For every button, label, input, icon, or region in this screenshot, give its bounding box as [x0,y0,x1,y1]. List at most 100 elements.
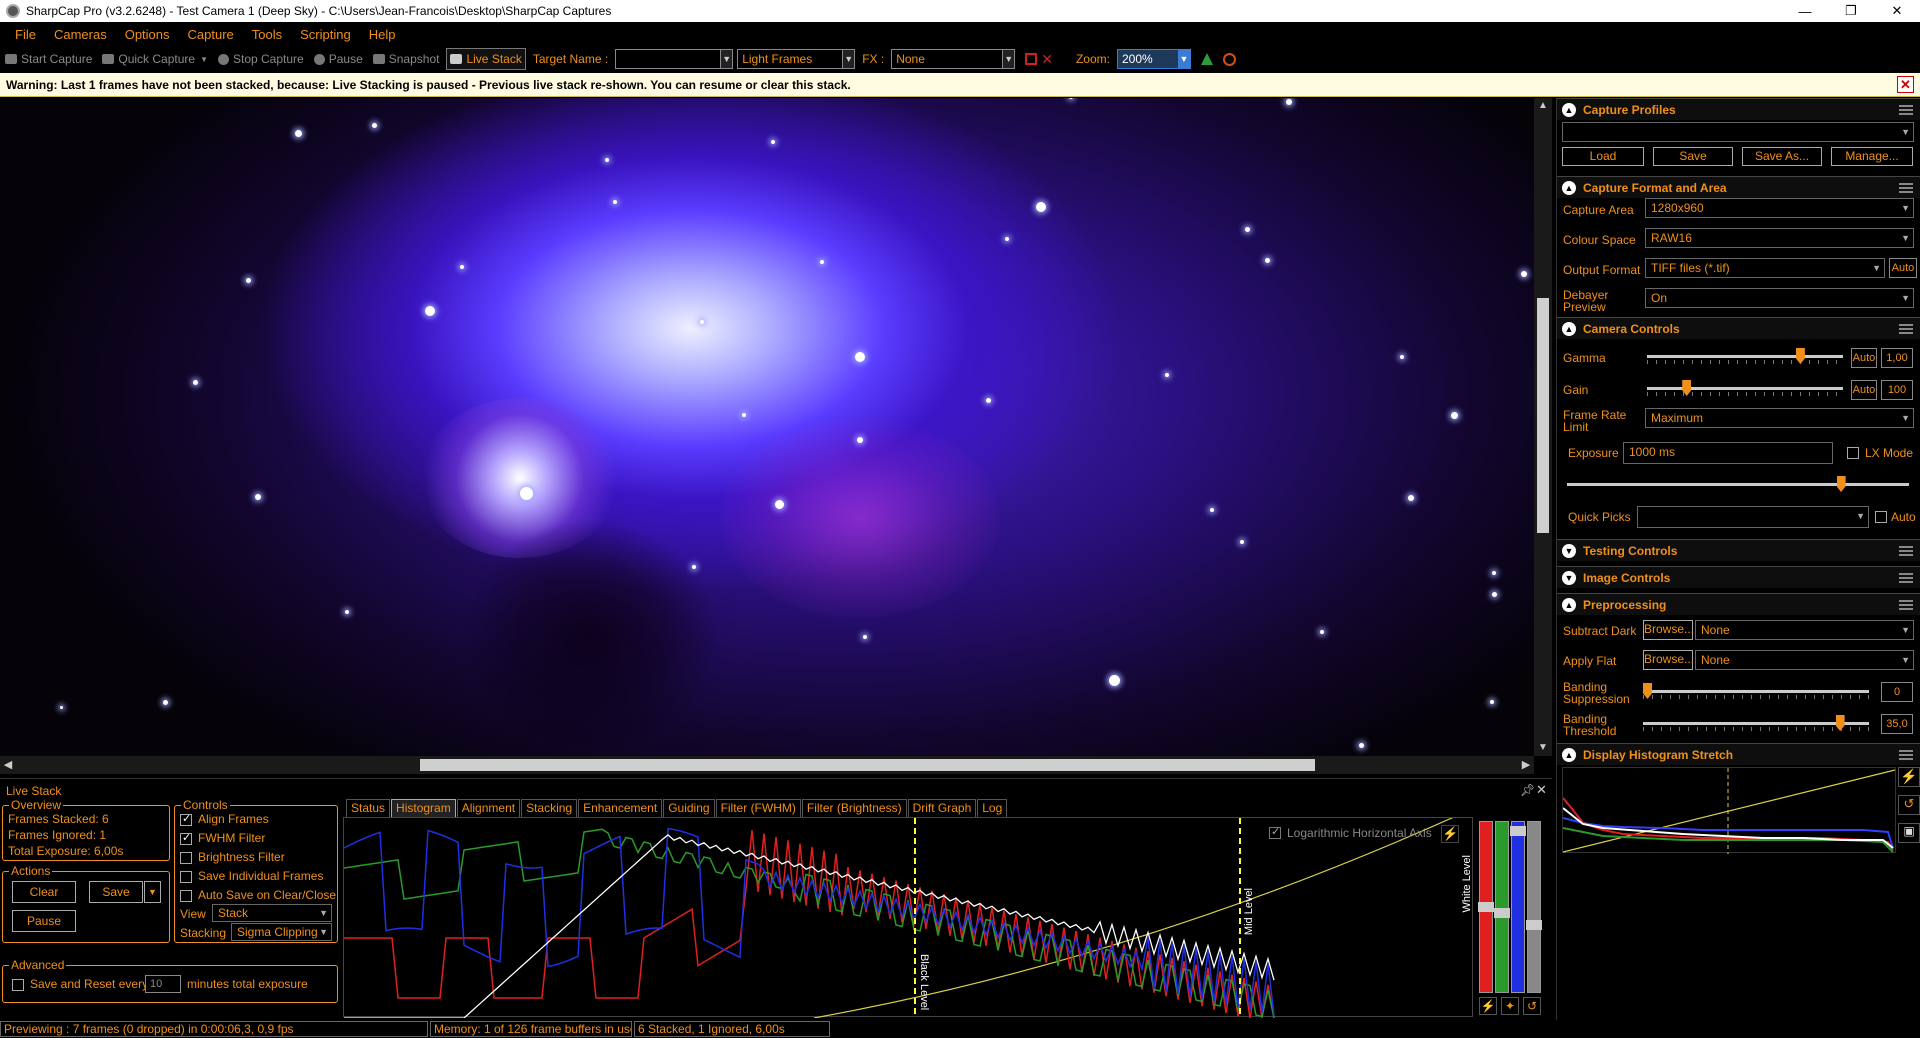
reset-stretch-icon[interactable]: ↺ [1898,795,1920,815]
tab-log[interactable]: Log [977,799,1008,817]
auto-save-checkbox[interactable] [180,890,192,902]
warning-close-button[interactable]: ✕ [1897,76,1914,93]
menu-icon[interactable] [1899,323,1913,334]
collapse-icon[interactable]: ▲ [1562,747,1576,762]
crosshair-icon[interactable]: ✕ [1041,51,1053,68]
output-format-select[interactable]: TIFF files (*.tif) ▼ [1645,258,1885,278]
reset-icon[interactable]: ↺ [1523,997,1541,1015]
image-controls-header[interactable]: ▼ Image Controls [1557,566,1920,588]
scroll-right-icon[interactable]: ▶ [1518,756,1534,774]
tab-filter-fwhm[interactable]: Filter (FWHM) [715,799,801,817]
zoom-select[interactable]: 200% ▼ [1116,49,1191,69]
close-icon[interactable]: ✕ [1536,782,1547,798]
tab-status[interactable]: Status [346,799,391,817]
collapse-icon[interactable]: ▲ [1562,180,1576,195]
quick-capture-button[interactable]: Quick Capture ▼ [99,48,211,70]
save-profile-button[interactable]: Save [1653,147,1733,166]
auto-stretch-icon[interactable]: ⚡ [1479,997,1497,1015]
collapse-icon[interactable]: ▲ [1562,321,1576,336]
tab-guiding[interactable]: Guiding [663,799,715,817]
capture-profiles-header[interactable]: ▲ Capture Profiles [1557,98,1920,120]
red-level-handle[interactable] [1478,902,1494,912]
banding-threshold-slider[interactable] [1643,715,1869,731]
reticle-icon[interactable] [1222,52,1236,66]
collapse-icon[interactable]: ▲ [1562,102,1576,117]
vertical-scrollbar[interactable]: ▲ ▼ [1534,98,1552,756]
blue-level-bar[interactable] [1510,821,1526,993]
log-axis-checkbox[interactable] [1269,825,1281,839]
save-individual-checkbox[interactable] [180,871,192,883]
menu-tools[interactable]: Tools [243,27,291,42]
green-level-handle[interactable] [1494,908,1510,918]
menu-icon[interactable] [1899,572,1913,583]
live-stack-button[interactable]: Live Stack [446,48,526,70]
apply-flat-browse-button[interactable]: Browse... [1643,650,1694,670]
fwhm-filter-checkbox[interactable] [180,831,192,845]
menu-options[interactable]: Options [116,27,179,42]
scroll-up-icon[interactable]: ▲ [1534,98,1552,114]
testing-controls-header[interactable]: ▼ Testing Controls [1557,539,1920,561]
pin-icon[interactable]: 📌︎ [1520,783,1535,797]
align-frames-checkbox[interactable] [180,812,192,826]
gain-slider[interactable] [1647,380,1843,396]
pause-stack-button[interactable]: Pause [12,910,76,932]
lx-mode-checkbox[interactable] [1847,447,1859,459]
green-level-bar[interactable] [1494,821,1510,993]
menu-icon[interactable] [1899,545,1913,556]
red-level-bar[interactable] [1478,821,1494,993]
collapse-icon[interactable]: ▲ [1562,597,1576,612]
chevron-down-icon[interactable]: ▼ [842,50,855,68]
menu-cameras[interactable]: Cameras [45,27,116,42]
colour-space-select[interactable]: RAW16 ▼ [1645,228,1914,248]
snapshot-button[interactable]: Snapshot [370,48,443,70]
horizontal-scroll-thumb[interactable] [420,759,1315,771]
menu-icon[interactable] [1899,182,1913,193]
auto-level-icon[interactable]: ⚡ [1441,825,1459,843]
exposure-input[interactable]: 1000 ms [1623,442,1833,464]
profile-select[interactable]: ▼ [1562,122,1914,142]
menu-help[interactable]: Help [360,27,405,42]
camera-controls-header[interactable]: ▲ Camera Controls [1557,317,1920,339]
stacking-select[interactable]: Sigma Clipping ▼ [231,923,332,941]
gain-value-input[interactable]: 100 [1881,380,1913,400]
image-viewer[interactable]: ▲ ▼ ◀ ▶ [0,98,1552,774]
subtract-dark-browse-button[interactable]: Browse... [1643,620,1694,640]
vertical-scroll-thumb[interactable] [1537,298,1549,533]
tab-alignment[interactable]: Alignment [456,799,521,817]
stack-histogram[interactable]: Black Level Mid Level Logarithmic Horizo… [343,807,1475,1019]
live-image[interactable] [0,98,1534,756]
clear-stack-button[interactable]: Clear [12,881,76,903]
chevron-down-icon[interactable]: ▼ [144,881,161,903]
tab-filter-brightness[interactable]: Filter (Brightness) [801,799,907,817]
expand-icon[interactable]: ▼ [1562,570,1576,585]
scroll-left-icon[interactable]: ◀ [0,756,16,774]
capture-area-select[interactable]: 1280x960 ▼ [1645,198,1914,218]
save-reset-checkbox[interactable] [12,979,24,991]
menu-icon[interactable] [1899,599,1913,610]
close-window-button[interactable]: ✕ [1874,3,1920,19]
output-format-auto-button[interactable]: Auto [1889,258,1917,278]
gamma-slider[interactable] [1647,348,1843,364]
menu-icon[interactable] [1899,749,1913,760]
log-axis-option[interactable]: Logarithmic Horizontal Axis [1269,825,1432,840]
tab-stacking[interactable]: Stacking [521,799,578,817]
histogram-icon[interactable] [1200,53,1213,65]
frame-rate-select[interactable]: Maximum ▼ [1645,408,1914,428]
luminance-level-bar[interactable] [1526,821,1542,993]
display-histogram-header[interactable]: ▲ Display Histogram Stretch [1557,743,1920,765]
manage-profiles-button[interactable]: Manage... [1831,147,1913,166]
exposure-slider-knob[interactable] [1836,476,1846,492]
target-name-input[interactable]: ▼ [615,49,734,69]
gain-auto-button[interactable]: Auto [1851,380,1877,400]
apply-flat-select[interactable]: None ▼ [1695,650,1914,670]
chevron-down-icon[interactable]: ▼ [1002,50,1015,68]
scroll-down-icon[interactable]: ▼ [1534,740,1552,756]
tab-drift-graph[interactable]: Drift Graph [907,799,977,817]
auto-stretch-icon[interactable]: ⚡ [1898,767,1920,787]
minutes-input[interactable]: 10 [145,975,181,993]
save-stretch-icon[interactable]: ▣ [1898,823,1920,843]
tab-histogram[interactable]: Histogram [391,799,456,817]
start-capture-button[interactable]: Start Capture [2,48,95,70]
chevron-down-icon[interactable]: ▼ [720,50,733,68]
display-histogram-graph[interactable] [1562,767,1896,854]
